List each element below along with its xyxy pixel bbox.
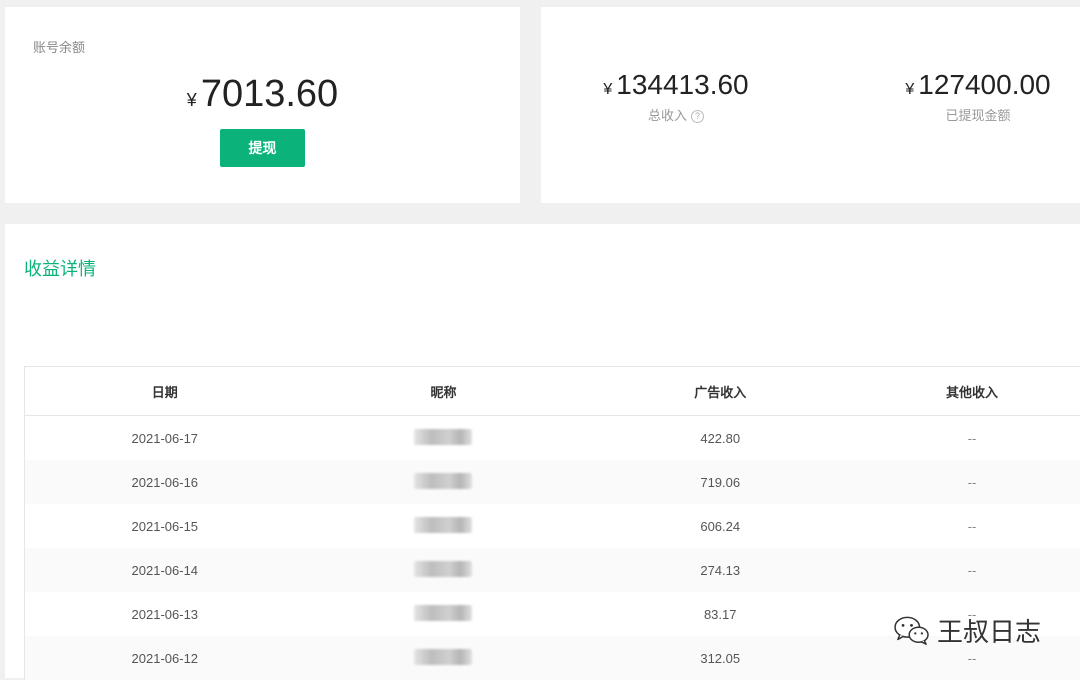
table-header-row: 日期 昵称 广告收入 其他收入 bbox=[25, 367, 1080, 416]
cell-ad-income: 312.05 bbox=[582, 636, 858, 680]
balance-label: 账号余额 bbox=[33, 37, 85, 56]
blurred-nickname bbox=[414, 473, 472, 489]
column-header-nickname: 昵称 bbox=[305, 367, 583, 416]
cell-date: 2021-06-14 bbox=[25, 548, 305, 592]
wechat-icon bbox=[893, 615, 931, 647]
cell-other-income: -- bbox=[858, 548, 1080, 592]
total-income-amount: ¥134413.60 bbox=[561, 69, 791, 101]
table-row: 2021-06-15 606.24 -- bbox=[25, 504, 1080, 548]
income-detail-card: 收益详情 日期 昵称 广告收入 其他收入 2021-06-17 422.80 -… bbox=[5, 224, 1080, 678]
stats-card: ¥134413.60 总收入? ¥127400.00 已提现金额 bbox=[541, 7, 1080, 203]
withdrawn-amount: ¥127400.00 bbox=[863, 69, 1080, 101]
total-income-label: 总收入 bbox=[648, 108, 687, 123]
cell-nickname bbox=[305, 416, 583, 461]
help-icon[interactable]: ? bbox=[691, 110, 704, 123]
cell-nickname bbox=[305, 504, 583, 548]
cell-nickname bbox=[305, 548, 583, 592]
withdrawn-value: 127400.00 bbox=[918, 69, 1050, 100]
blurred-nickname bbox=[414, 649, 472, 665]
column-header-other-income: 其他收入 bbox=[858, 367, 1080, 416]
cell-ad-income: 274.13 bbox=[582, 548, 858, 592]
currency-symbol: ¥ bbox=[905, 81, 914, 98]
total-income-stat: ¥134413.60 总收入? bbox=[561, 69, 791, 124]
cell-date: 2021-06-16 bbox=[25, 460, 305, 504]
currency-symbol: ¥ bbox=[187, 90, 197, 110]
cell-other-income: -- bbox=[858, 416, 1080, 461]
cell-date: 2021-06-15 bbox=[25, 504, 305, 548]
cell-date: 2021-06-17 bbox=[25, 416, 305, 461]
cell-nickname bbox=[305, 460, 583, 504]
total-income-value: 134413.60 bbox=[616, 69, 748, 100]
watermark: 王叔日志 bbox=[893, 612, 1041, 649]
cell-date: 2021-06-13 bbox=[25, 592, 305, 636]
column-header-ad-income: 广告收入 bbox=[582, 367, 858, 416]
balance-value: 7013.60 bbox=[201, 73, 338, 115]
currency-symbol: ¥ bbox=[603, 81, 612, 98]
column-header-date: 日期 bbox=[25, 367, 305, 416]
cell-ad-income: 422.80 bbox=[582, 416, 858, 461]
blurred-nickname bbox=[414, 517, 472, 533]
withdrawn-caption: 已提现金额 bbox=[863, 105, 1080, 124]
table-row: 2021-06-17 422.80 -- bbox=[25, 416, 1080, 461]
cell-nickname bbox=[305, 636, 583, 680]
cell-ad-income: 83.17 bbox=[582, 592, 858, 636]
withdrawn-stat: ¥127400.00 已提现金额 bbox=[863, 69, 1080, 124]
blurred-nickname bbox=[414, 561, 472, 577]
blurred-nickname bbox=[414, 605, 472, 621]
watermark-text: 王叔日志 bbox=[937, 612, 1041, 649]
balance-amount: ¥7013.60 bbox=[5, 73, 520, 116]
balance-card: 账号余额 ¥7013.60 提现 bbox=[5, 7, 520, 203]
cell-other-income: -- bbox=[858, 460, 1080, 504]
withdraw-button[interactable]: 提现 bbox=[220, 129, 305, 167]
cell-date: 2021-06-12 bbox=[25, 636, 305, 680]
cell-other-income: -- bbox=[858, 504, 1080, 548]
section-title: 收益详情 bbox=[24, 255, 96, 281]
cell-nickname bbox=[305, 592, 583, 636]
total-income-caption: 总收入? bbox=[561, 105, 791, 124]
table-row: 2021-06-16 719.06 -- bbox=[25, 460, 1080, 504]
blurred-nickname bbox=[414, 429, 472, 445]
table-row: 2021-06-14 274.13 -- bbox=[25, 548, 1080, 592]
cell-ad-income: 606.24 bbox=[582, 504, 858, 548]
cell-ad-income: 719.06 bbox=[582, 460, 858, 504]
